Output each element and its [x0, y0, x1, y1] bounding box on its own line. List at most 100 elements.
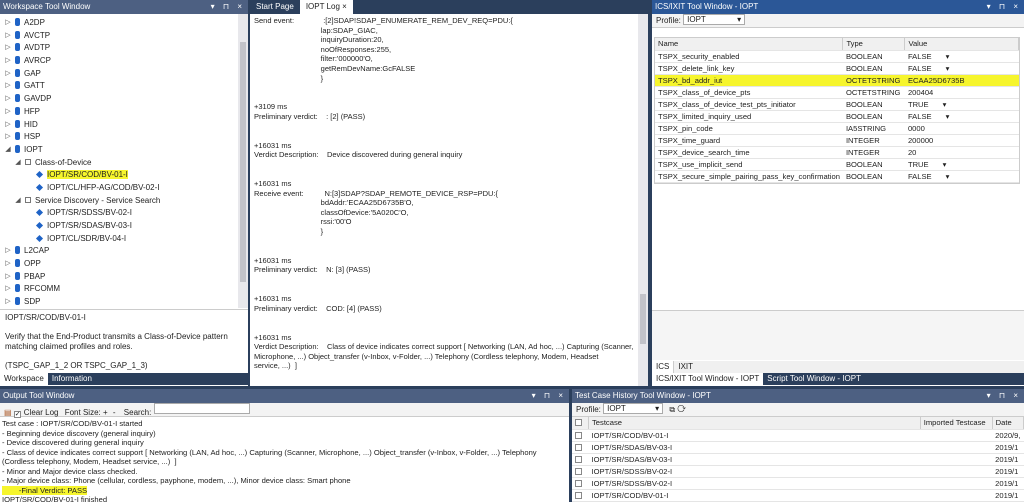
ics-row[interactable]: TSPX_pin_code IA5STRING 0000	[655, 122, 1019, 135]
collapse-icon[interactable]: ◢	[14, 157, 22, 170]
window-buttons[interactable]: ▾ ⊓ ×	[987, 0, 1021, 14]
ics-cell-value[interactable]: FALSE ▾	[904, 110, 1019, 123]
history-select-cell[interactable]	[572, 429, 589, 442]
collapse-icon[interactable]: ◢	[4, 144, 12, 157]
search-input[interactable]	[153, 403, 250, 414]
col-name[interactable]: Name	[655, 38, 844, 51]
profile-select[interactable]: IOPT ▾	[683, 14, 746, 25]
expand-icon[interactable]: ▷	[4, 30, 12, 43]
tree-node[interactable]: ◢ Service Discovery - Service Search	[0, 195, 248, 208]
ics-row[interactable]: TSPX_limited_inquiry_used BOOLEAN FALSE ▾	[655, 110, 1019, 123]
expand-icon[interactable]: ▷	[4, 68, 12, 81]
col-date[interactable]: Date	[992, 417, 1024, 430]
tree-node[interactable]: ▷ PBAP	[0, 271, 248, 284]
row-checkbox[interactable]	[575, 491, 582, 499]
ics-row[interactable]: TSPX_secure_simple_pairing_pass_key_conf…	[655, 170, 1019, 183]
expand-icon[interactable]: ▷	[4, 283, 12, 296]
tree-node[interactable]: ▷ AVDTP	[0, 42, 248, 55]
tree-node[interactable]: ▷ HSP	[0, 131, 248, 144]
ics-row[interactable]: TSPX_bd_addr_iut OCTETSTRING ECAA25D6735B	[655, 74, 1019, 87]
chevron-down-icon[interactable]: ▾	[946, 112, 950, 121]
expand-icon[interactable]: ▷	[4, 80, 12, 93]
tree-node[interactable]: ▷ AVCTP	[0, 30, 248, 43]
refresh-icon[interactable]: ⟳	[677, 405, 686, 414]
tree-node[interactable]: ▷ HFP	[0, 106, 248, 119]
expand-icon[interactable]: ▷	[4, 131, 12, 144]
tree-node[interactable]: ▷ A2DP	[0, 17, 248, 30]
chevron-down-icon[interactable]: ▾	[946, 64, 950, 73]
ics-row[interactable]: TSPX_device_search_time INTEGER 20	[655, 146, 1019, 159]
tree-node[interactable]: ▷ OPP	[0, 258, 248, 271]
history-row[interactable]: IOPT/SR/SDAS/BV-03-I 2019/1	[572, 453, 1024, 466]
chevron-down-icon[interactable]: ▾	[943, 100, 947, 109]
tree-node[interactable]: ▷ HID	[0, 119, 248, 132]
tree-node[interactable]: IOPT/CL/SDR/BV-04-I	[0, 233, 248, 246]
expand-icon[interactable]: ▷	[4, 245, 12, 258]
history-row[interactable]: IOPT/SR/SDSS/BV-02-I 2019/1	[572, 465, 1024, 478]
ics-cell-value[interactable]: 200404	[904, 86, 1019, 99]
col-imported[interactable]: Imported Testcase	[920, 417, 993, 430]
row-checkbox[interactable]	[575, 467, 582, 475]
tree-node[interactable]: ◢ IOPT	[0, 144, 248, 157]
collapse-icon[interactable]: ◢	[14, 195, 22, 208]
col-type[interactable]: Type	[842, 38, 906, 51]
ics-cell-value[interactable]: TRUE ▾	[904, 98, 1019, 111]
clear-log-checkbox[interactable]: Clear Log	[13, 408, 58, 418]
history-row[interactable]: IOPT/SR/COD/BV-01-I 2019/1	[572, 489, 1024, 502]
expand-icon[interactable]: ▷	[4, 93, 12, 106]
history-select-cell[interactable]	[572, 441, 589, 454]
col-testcase[interactable]: Testcase	[588, 417, 921, 430]
tree-node[interactable]: ▷ L2CAP	[0, 245, 248, 258]
expand-icon[interactable]: ▷	[4, 119, 12, 132]
tab-information[interactable]: Information	[48, 373, 96, 385]
tree-node[interactable]: ▷ GAVDP	[0, 93, 248, 106]
tab-ics[interactable]: ICS	[652, 361, 675, 373]
tab-script-window[interactable]: Script Tool Window - IOPT	[763, 373, 865, 385]
save-log-icon[interactable]: ▤	[4, 408, 12, 417]
tab-start-page[interactable]: Start Page	[250, 0, 300, 14]
ics-row[interactable]: TSPX_time_guard INTEGER 200000	[655, 134, 1019, 147]
expand-icon[interactable]: ▷	[4, 271, 12, 284]
history-row[interactable]: IOPT/SR/SDAS/BV-03-I 2019/1	[572, 441, 1024, 454]
history-select-cell[interactable]	[572, 489, 589, 502]
chevron-down-icon[interactable]: ▾	[946, 52, 950, 61]
ics-cell-value[interactable]: FALSE ▾	[904, 50, 1019, 63]
history-select-cell[interactable]	[572, 465, 589, 478]
tree-node[interactable]: ▷ AVRCP	[0, 55, 248, 68]
tree-node[interactable]: IOPT/SR/SDAS/BV-03-I	[0, 220, 248, 233]
tab-ixit[interactable]: IXIT	[674, 361, 697, 373]
expand-icon[interactable]: ▷	[4, 296, 12, 308]
col-select[interactable]	[572, 417, 589, 430]
filter-icon[interactable]: ⧉	[669, 405, 675, 414]
close-tab-icon[interactable]: ×	[342, 2, 347, 11]
history-select-cell[interactable]	[572, 477, 589, 490]
tree-node[interactable]: ▷ GAP	[0, 68, 248, 81]
history-select-cell[interactable]	[572, 453, 589, 466]
expand-icon[interactable]: ▷	[4, 106, 12, 119]
ics-cell-value[interactable]: ECAA25D6735B	[904, 74, 1019, 87]
ics-row[interactable]: TSPX_security_enabled BOOLEAN FALSE ▾	[655, 50, 1019, 63]
ics-cell-value[interactable]: FALSE ▾	[904, 170, 1019, 183]
history-profile-select[interactable]: IOPT ▾	[603, 403, 664, 414]
expand-icon[interactable]: ▷	[4, 55, 12, 68]
row-checkbox[interactable]	[575, 431, 582, 439]
font-increase-button[interactable]: +	[103, 408, 108, 417]
chevron-down-icon[interactable]: ▾	[946, 172, 950, 181]
history-row[interactable]: IOPT/SR/SDSS/BV-02-I 2019/1	[572, 477, 1024, 490]
window-buttons[interactable]: ▾ ⊓ ×	[987, 389, 1021, 403]
ics-cell-value[interactable]: TRUE ▾	[904, 158, 1019, 171]
expand-icon[interactable]: ▷	[4, 42, 12, 55]
tree-node[interactable]: ▷ RFCOMM	[0, 283, 248, 296]
workspace-scrollbar[interactable]	[238, 14, 248, 308]
ics-row[interactable]: TSPX_delete_link_key BOOLEAN FALSE ▾	[655, 62, 1019, 75]
row-checkbox[interactable]	[575, 443, 582, 451]
window-buttons[interactable]: ▾ ⊓ ×	[532, 389, 566, 403]
tab-ics-window[interactable]: ICS/IXIT Tool Window - IOPT	[652, 373, 764, 385]
window-buttons[interactable]: ▾ ⊓ ×	[211, 0, 245, 14]
tree-node[interactable]: IOPT/CL/HFP-AG/COD/BV-02-I	[0, 182, 248, 195]
ics-cell-value[interactable]: 200000	[904, 134, 1019, 147]
tab-iopt-log[interactable]: IOPT Log ×	[299, 0, 353, 14]
ics-cell-value[interactable]: 0000	[904, 122, 1019, 135]
tree-node[interactable]: IOPT/SR/COD/BV-01-I	[0, 169, 248, 182]
tab-workspace[interactable]: Workspace	[0, 373, 48, 385]
